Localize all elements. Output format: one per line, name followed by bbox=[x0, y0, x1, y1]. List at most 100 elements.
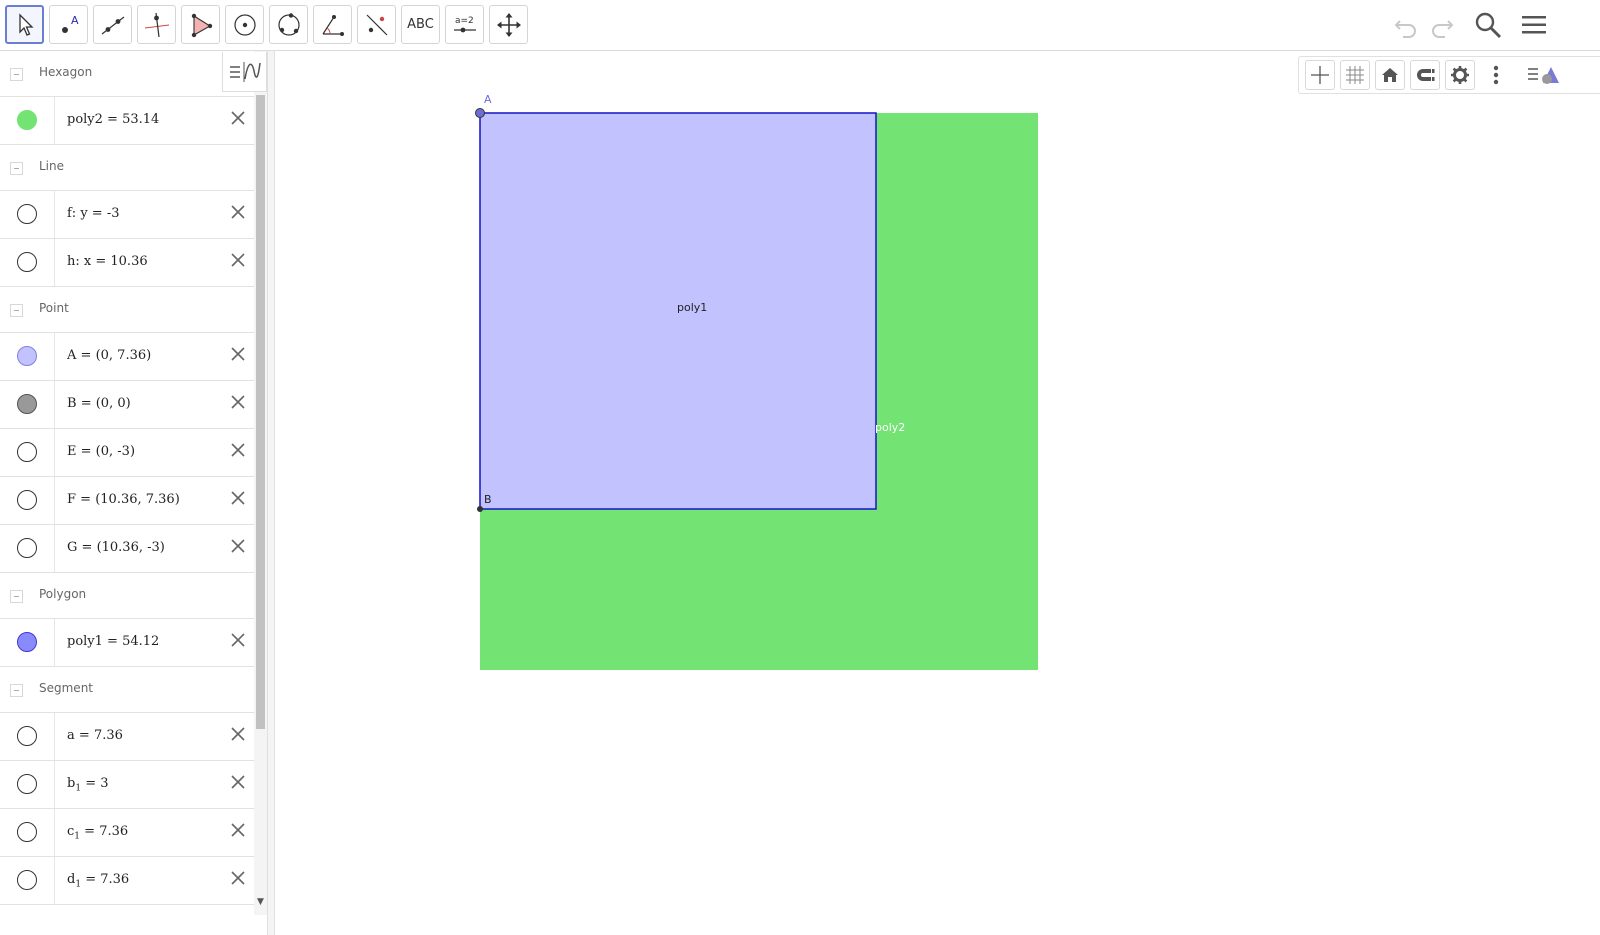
visibility-cell bbox=[0, 857, 55, 904]
visibility-toggle-icon[interactable] bbox=[17, 204, 37, 224]
search-button[interactable] bbox=[1471, 8, 1505, 42]
view-divider[interactable] bbox=[267, 51, 275, 935]
group-header-point[interactable]: Point bbox=[0, 287, 254, 333]
text-tool-button[interactable]: ABC bbox=[401, 5, 440, 44]
angle-tool-button[interactable] bbox=[313, 5, 352, 44]
visibility-toggle-icon[interactable] bbox=[17, 110, 37, 130]
point-tool-button[interactable]: A bbox=[49, 5, 88, 44]
algebra-expression[interactable]: E = (0, -3) bbox=[67, 444, 135, 459]
algebra-expression[interactable]: poly1 = 54.12 bbox=[67, 634, 159, 649]
visibility-cell bbox=[0, 761, 55, 808]
graphics-settings-button[interactable] bbox=[1445, 60, 1475, 90]
point-b[interactable] bbox=[477, 506, 483, 512]
algebra-expression[interactable]: B = (0, 0) bbox=[67, 396, 131, 411]
point-b-label: B bbox=[484, 493, 492, 506]
algebra-expression[interactable]: h: x = 10.36 bbox=[67, 254, 148, 269]
algebra-item-a[interactable]: a = 7.36 bbox=[0, 713, 254, 761]
visibility-toggle-icon[interactable] bbox=[17, 490, 37, 510]
algebra-item-c1[interactable]: c1 = 7.36 bbox=[0, 809, 254, 857]
visibility-toggle-icon[interactable] bbox=[17, 870, 37, 890]
toggle-axes-button[interactable] bbox=[1305, 60, 1335, 90]
visibility-toggle-icon[interactable] bbox=[17, 538, 37, 558]
main-menu-button[interactable] bbox=[1517, 8, 1551, 42]
group-header-segment[interactable]: Segment bbox=[0, 667, 254, 713]
delete-icon[interactable] bbox=[229, 203, 247, 221]
group-header-polygon[interactable]: Polygon bbox=[0, 573, 254, 619]
visibility-toggle-icon[interactable] bbox=[17, 822, 37, 842]
delete-icon[interactable] bbox=[229, 489, 247, 507]
algebra-item-g[interactable]: G = (10.36, -3) bbox=[0, 525, 254, 573]
delete-icon[interactable] bbox=[229, 725, 247, 743]
algebra-item-poly2[interactable]: poly2 = 53.14 bbox=[0, 97, 254, 145]
delete-icon[interactable] bbox=[229, 537, 247, 555]
algebra-item-b[interactable]: B = (0, 0) bbox=[0, 381, 254, 429]
algebra-expression[interactable]: G = (10.36, -3) bbox=[67, 540, 165, 555]
equals-sign: = bbox=[76, 348, 96, 363]
move-tool-button[interactable] bbox=[5, 5, 44, 44]
point-a[interactable] bbox=[475, 108, 485, 118]
reflect-tool-button[interactable] bbox=[357, 5, 396, 44]
algebra-item-poly1[interactable]: poly1 = 54.12 bbox=[0, 619, 254, 667]
algebra-expression[interactable]: poly2 = 53.14 bbox=[67, 112, 159, 127]
visibility-toggle-icon[interactable] bbox=[17, 442, 37, 462]
collapse-group-icon[interactable] bbox=[10, 68, 23, 81]
group-header-line[interactable]: Line bbox=[0, 145, 254, 191]
delete-icon[interactable] bbox=[229, 773, 247, 791]
delete-icon[interactable] bbox=[229, 869, 247, 887]
algebra-item-a[interactable]: A = (0, 7.36) bbox=[0, 333, 254, 381]
delete-icon[interactable] bbox=[229, 251, 247, 269]
more-options-button[interactable] bbox=[1481, 60, 1511, 90]
toggle-grid-button[interactable] bbox=[1340, 60, 1370, 90]
polygon-tool-button[interactable] bbox=[181, 5, 220, 44]
delete-icon[interactable] bbox=[229, 345, 247, 363]
algebra-item-f-y[interactable]: f: y = -3 bbox=[0, 191, 254, 239]
move-view-tool-button[interactable] bbox=[489, 5, 528, 44]
visibility-toggle-icon[interactable] bbox=[17, 252, 37, 272]
collapse-group-icon[interactable] bbox=[10, 304, 23, 317]
visibility-toggle-icon[interactable] bbox=[17, 726, 37, 746]
circle-tool-button[interactable] bbox=[225, 5, 264, 44]
algebra-item-b1[interactable]: b1 = 3 bbox=[0, 761, 254, 809]
collapse-group-icon[interactable] bbox=[10, 684, 23, 697]
visibility-toggle-icon[interactable] bbox=[17, 394, 37, 414]
algebra-expression[interactable]: c1 = 7.36 bbox=[67, 824, 128, 842]
algebra-item-h-x[interactable]: h: x = 10.36 bbox=[0, 239, 254, 287]
graphics-canvas[interactable]: poly1 poly2 A B bbox=[275, 51, 1600, 935]
delete-icon[interactable] bbox=[229, 631, 247, 649]
algebra-item-f[interactable]: F = (10.36, 7.36) bbox=[0, 477, 254, 525]
algebra-expression[interactable]: d1 = 7.36 bbox=[67, 872, 129, 890]
delete-icon[interactable] bbox=[229, 109, 247, 127]
algebra-scrollbar-thumb[interactable] bbox=[256, 95, 265, 729]
visibility-toggle-icon[interactable] bbox=[17, 774, 37, 794]
redo-button[interactable] bbox=[1425, 8, 1459, 42]
graphics-view[interactable]: poly1 poly2 A B bbox=[275, 51, 1600, 935]
algebra-view-toggle-button[interactable] bbox=[222, 52, 267, 92]
algebra-expression[interactable]: A = (0, 7.36) bbox=[67, 348, 151, 363]
algebra-expression[interactable]: b1 = 3 bbox=[67, 776, 109, 794]
scroll-down-arrow-icon[interactable]: ▼ bbox=[254, 897, 267, 913]
undo-button[interactable] bbox=[1389, 8, 1423, 42]
delete-icon[interactable] bbox=[229, 393, 247, 411]
point-capturing-button[interactable] bbox=[1410, 60, 1440, 90]
algebra-item-d1[interactable]: d1 = 7.36 bbox=[0, 857, 254, 905]
standard-view-button[interactable] bbox=[1375, 60, 1405, 90]
object-value: 3 bbox=[100, 776, 109, 791]
collapse-group-icon[interactable] bbox=[10, 590, 23, 603]
algebra-expression[interactable]: a = 7.36 bbox=[67, 728, 123, 743]
line-tool-button[interactable] bbox=[93, 5, 132, 44]
slider-tool-button[interactable]: a=2 bbox=[445, 5, 484, 44]
visibility-toggle-icon[interactable] bbox=[17, 632, 37, 652]
circle-three-points-tool-button[interactable] bbox=[269, 5, 308, 44]
group-header-hexagon[interactable]: Hexagon bbox=[0, 51, 254, 97]
collapse-group-icon[interactable] bbox=[10, 162, 23, 175]
delete-icon[interactable] bbox=[229, 821, 247, 839]
algebra-expression[interactable]: F = (10.36, 7.36) bbox=[67, 492, 180, 507]
visibility-toggle-icon[interactable] bbox=[17, 346, 37, 366]
perpendicular-tool-button[interactable] bbox=[137, 5, 176, 44]
equals-sign: = bbox=[87, 206, 107, 221]
algebra-expression[interactable]: f: y = -3 bbox=[67, 206, 120, 221]
algebra-item-e[interactable]: E = (0, -3) bbox=[0, 429, 254, 477]
delete-icon[interactable] bbox=[229, 441, 247, 459]
equals-sign: = bbox=[102, 112, 123, 127]
style-bar-toggle-button[interactable] bbox=[1523, 60, 1563, 90]
